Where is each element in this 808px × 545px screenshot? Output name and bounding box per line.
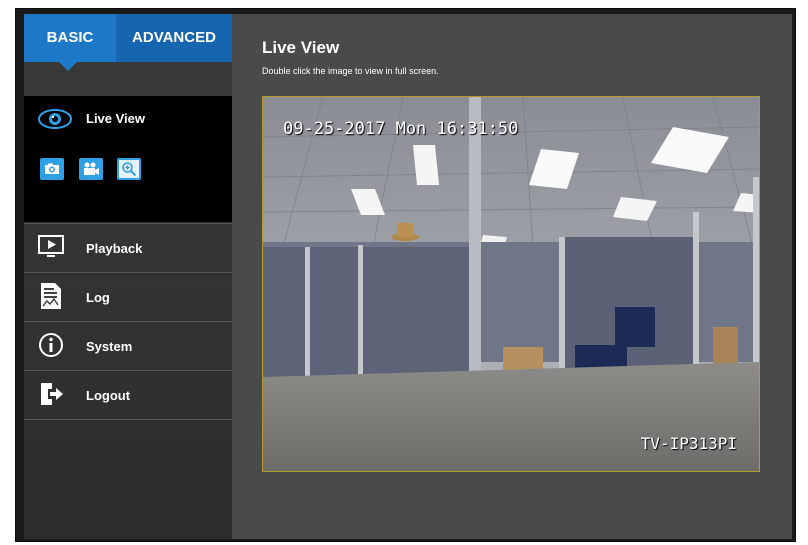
sidebar-divider xyxy=(24,419,232,420)
sidebar: BASIC ADVANCED Live View Playback Log Sy… xyxy=(24,14,240,539)
page-subtitle: Double click the image to view in full s… xyxy=(262,66,439,76)
eye-icon xyxy=(38,109,72,129)
tab-basic[interactable]: BASIC xyxy=(24,14,116,71)
live-video-feed[interactable]: 09-25-2017 Mon 16:31:50 TV-IP313PI xyxy=(262,96,760,472)
sidebar-item-label: Log xyxy=(86,290,110,305)
playback-icon xyxy=(38,235,64,257)
sidebar-item-logout[interactable]: Logout xyxy=(24,370,232,420)
tab-advanced[interactable]: ADVANCED xyxy=(116,14,232,62)
zoom-in-icon xyxy=(122,162,137,177)
camera-icon xyxy=(45,163,59,174)
mode-tabs: BASIC ADVANCED xyxy=(24,14,232,71)
video-camera-icon xyxy=(83,162,99,175)
page-title: Live View xyxy=(262,38,340,57)
sidebar-item-log[interactable]: Log xyxy=(24,272,232,322)
camera-model-overlay: TV-IP313PI xyxy=(640,434,737,453)
logout-icon xyxy=(41,383,63,405)
sidebar-item-label: System xyxy=(86,339,133,354)
info-icon xyxy=(39,333,63,357)
live-view-panel: Live View xyxy=(24,96,240,222)
live-view-label[interactable]: Live View xyxy=(86,111,145,126)
sidebar-item-system[interactable]: System xyxy=(24,321,232,371)
log-icon xyxy=(41,283,61,309)
video-timestamp: 09-25-2017 Mon 16:31:50 xyxy=(283,119,519,139)
record-button[interactable] xyxy=(79,158,103,180)
snapshot-button[interactable] xyxy=(40,158,64,180)
camera-scene xyxy=(263,97,759,471)
sidebar-item-label: Logout xyxy=(86,388,131,403)
main-content: Live View Double click the image to view… xyxy=(232,14,792,539)
sidebar-item-label: Playback xyxy=(86,241,143,256)
sidebar-item-playback[interactable]: Playback xyxy=(24,223,232,273)
zoom-button[interactable] xyxy=(117,158,141,180)
